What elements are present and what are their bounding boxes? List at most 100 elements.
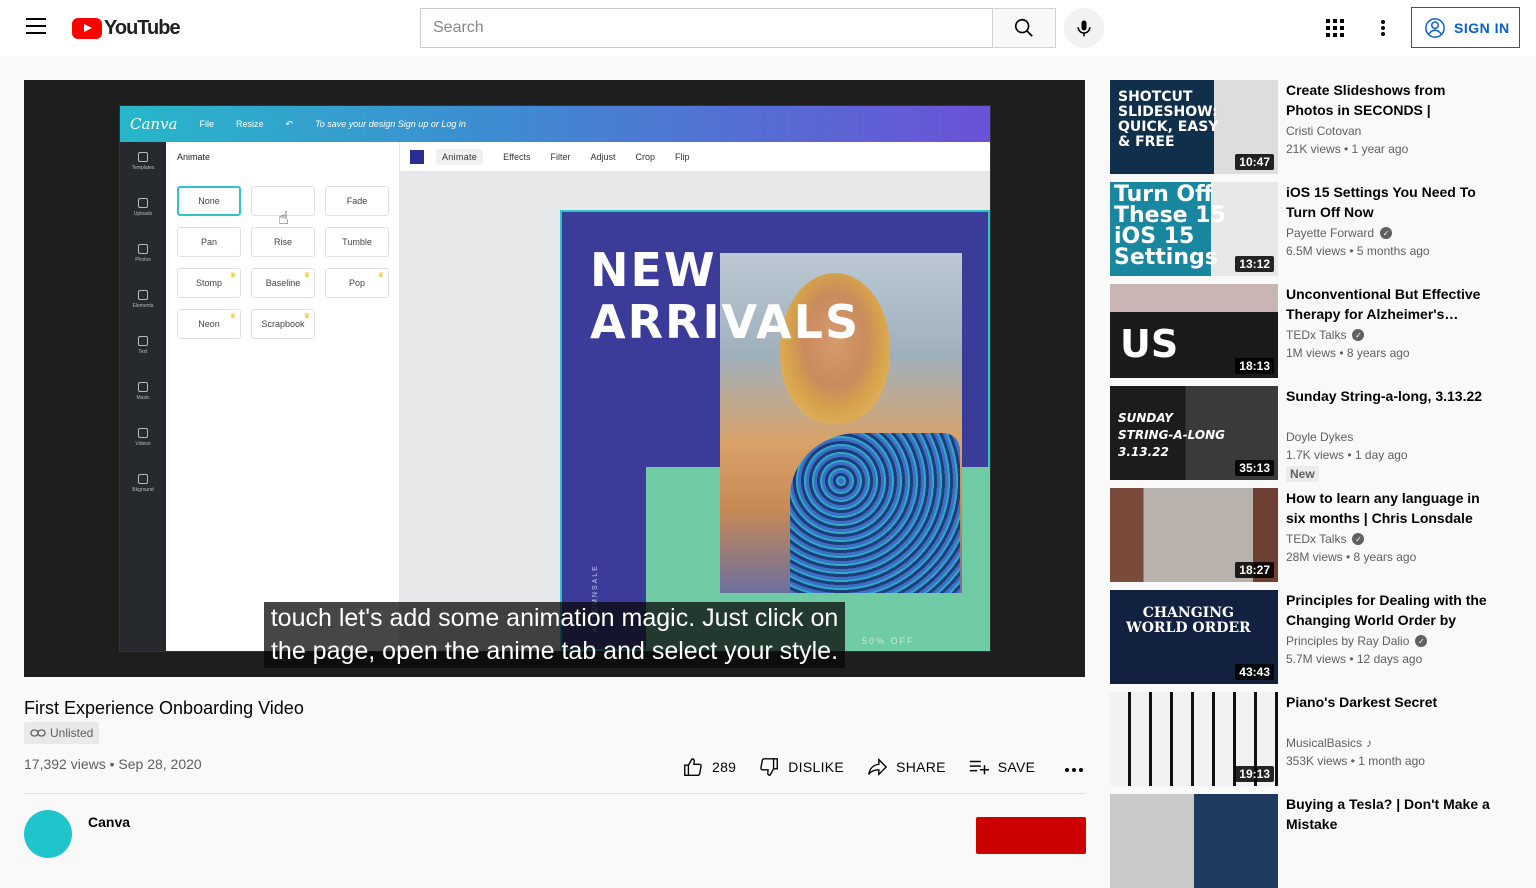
share-label: SHARE <box>896 759 946 775</box>
related-title[interactable]: Create Slideshows from Photos in SECONDS… <box>1286 80 1490 120</box>
subscribe-button[interactable] <box>976 817 1086 854</box>
video-thumbnail[interactable] <box>1110 794 1278 888</box>
voice-search-button[interactable] <box>1064 8 1104 48</box>
related-video-item[interactable]: US 18:13 Unconventional But Effective Ther… <box>1110 284 1510 378</box>
canva-side-item: Text <box>120 326 166 372</box>
video-thumbnail[interactable]: Turn Off These 15 iOS 15 Settings 13:12 <box>1110 182 1278 276</box>
menu-icon[interactable] <box>24 18 48 38</box>
related-stats: 6.5M views • 5 months ago <box>1286 244 1430 258</box>
color-swatch <box>410 149 424 164</box>
verified-icon: ✓ <box>1352 533 1365 545</box>
related-title[interactable]: How to learn any language in six months … <box>1286 488 1490 528</box>
related-stats: 28M views • 8 years ago <box>1286 550 1417 564</box>
related-video-item[interactable]: 18:27 How to learn any language in six mo… <box>1110 488 1510 582</box>
settings-more-button[interactable] <box>1371 16 1395 40</box>
video-thumbnail[interactable]: 19:13 <box>1110 692 1278 786</box>
share-button[interactable]: SHARE <box>866 756 946 778</box>
animation-option: Tumble <box>325 227 389 257</box>
related-channel[interactable]: TEDx Talks ✓ <box>1286 532 1365 546</box>
animation-option: None <box>177 186 241 216</box>
account-icon <box>1425 17 1445 38</box>
apps-button[interactable] <box>1323 16 1347 40</box>
animation-option: Pan <box>177 227 241 257</box>
related-channel[interactable]: Payette Forward ✓ <box>1286 226 1393 240</box>
video-thumbnail[interactable]: CHANGING WORLD ORDER 43:43 <box>1110 590 1278 684</box>
related-video-item[interactable]: Buying a Tesla? | Don't Make a Mistake <box>1110 794 1510 888</box>
photo-dress <box>790 433 960 593</box>
dislike-button[interactable]: DISLIKE <box>758 756 844 778</box>
related-title[interactable]: Buying a Tesla? | Don't Make a Mistake <box>1286 794 1490 834</box>
related-video-item[interactable]: SUNDAY STRING-A-LONG 3.13.22 35:13 Sunday … <box>1110 386 1510 482</box>
video-thumbnail[interactable]: SHOTCUT SLIDESHOW: QUICK, EASY & FREE 10:… <box>1110 80 1278 174</box>
like-button[interactable]: 289 <box>682 756 736 778</box>
save-label: SAVE <box>997 759 1036 775</box>
duration-badge: 13:12 <box>1235 256 1274 272</box>
animation-label: Tumble <box>342 237 372 247</box>
related-channel[interactable]: Cristi Cotovan <box>1286 124 1361 138</box>
thumbs-down-icon <box>760 758 779 776</box>
search-button[interactable] <box>992 8 1056 48</box>
animation-option: Neon ♛ <box>177 309 241 339</box>
animation-label: Rise <box>273 237 292 247</box>
related-channel[interactable]: Principles by Ray Dalio ✓ <box>1286 634 1428 648</box>
animation-option: Scrapbook ♛ <box>251 309 315 339</box>
toolbar-filter: Filter <box>550 151 571 162</box>
toolbar-effects: Effects <box>503 151 531 162</box>
crown-icon: ♛ <box>229 272 236 279</box>
canva-side-item: Elements <box>120 280 166 326</box>
youtube-logo[interactable]: YouTube <box>72 17 181 39</box>
canva-sidebar: Templates Uploads Photos Elements Text M… <box>120 142 166 651</box>
save-button[interactable]: SAVE <box>968 756 1036 778</box>
canva-menu-file: File <box>199 119 215 129</box>
video-thumbnail[interactable]: 18:27 <box>1110 488 1278 582</box>
related-video-item[interactable]: 19:13 Piano's Darkest Secret MusicalBasics… <box>1110 692 1510 786</box>
related-title[interactable]: Sunday String-a-long, 3.13.22 <box>1286 386 1490 406</box>
channel-name[interactable]: Canva <box>88 814 130 830</box>
video-thumbnail[interactable]: US 18:13 <box>1110 284 1278 378</box>
canva-toolbar: Animate Effects Filter Adjust Crop Flip <box>400 142 990 172</box>
video-meta: 17,392 views • Sep 28, 2020 <box>24 756 202 772</box>
related-stats: 353K views • 1 month ago <box>1286 754 1425 768</box>
canva-side-item: Uploads <box>120 188 166 234</box>
related-title[interactable]: Unconventional But Effective Therapy for… <box>1286 284 1490 324</box>
like-count: 289 <box>712 759 737 775</box>
animation-label: Scrapbook <box>261 319 305 329</box>
related-channel[interactable]: TEDx Talks ✓ <box>1286 328 1365 342</box>
video-player[interactable]: Canva File Resize ↶ To save your design … <box>24 80 1085 677</box>
sign-in-button[interactable]: SIGN IN <box>1411 7 1520 48</box>
video-thumbnail[interactable]: SUNDAY STRING-A-LONG 3.13.22 35:13 <box>1110 386 1278 480</box>
related-video-item[interactable]: Turn Off These 15 iOS 15 Settings 13:12 iO… <box>1110 182 1510 276</box>
animation-label: Stomp <box>195 278 222 288</box>
related-channel[interactable]: Doyle Dykes <box>1286 430 1353 444</box>
channel-label: TEDx Talks <box>1286 328 1347 342</box>
animation-option: Stomp ♛ <box>177 268 241 298</box>
channel-avatar[interactable] <box>24 810 72 858</box>
related-title[interactable]: Principles for Dealing with the Changing… <box>1286 590 1490 630</box>
thumbnail-text: SUNDAY STRING-A-LONG 3.13.22 <box>1118 411 1225 459</box>
duration-badge: 18:27 <box>1235 562 1274 578</box>
panel-title: Animate <box>177 152 211 162</box>
caption-line-2: the page, open the anime tab and select … <box>263 635 846 668</box>
related-title[interactable]: iOS 15 Settings You Need To Turn Off Now <box>1286 182 1490 222</box>
related-stats: 21K views • 1 year ago <box>1286 142 1409 156</box>
more-horizontal-icon <box>1065 768 1084 772</box>
crown-icon: ♛ <box>229 313 236 320</box>
canva-topbar: Canva File Resize ↶ To save your design … <box>120 106 990 142</box>
toolbar-adjust: Adjust <box>590 151 616 162</box>
video-title: First Experience Onboarding Video <box>24 698 304 718</box>
more-actions-button[interactable] <box>1065 759 1084 775</box>
video-actions: 289 DISLIKE SHARE SAVE <box>682 752 1084 782</box>
animation-label: Neon <box>198 319 220 329</box>
related-video-item[interactable]: CHANGING WORLD ORDER 43:43 Principles for … <box>1110 590 1510 684</box>
animation-option: Fade <box>325 186 389 216</box>
related-video-item[interactable]: SHOTCUT SLIDESHOW: QUICK, EASY & FREE 10:… <box>1110 80 1510 174</box>
dislike-label: DISLIKE <box>788 759 845 775</box>
animation-label: Baseline <box>265 278 301 288</box>
search-input[interactable] <box>433 19 980 37</box>
related-title[interactable]: Piano's Darkest Secret <box>1286 692 1490 712</box>
animation-option: Baseline ♛ <box>251 268 315 298</box>
related-channel[interactable]: MusicalBasics ♪ <box>1286 736 1372 750</box>
channel-label: Payette Forward <box>1286 226 1375 240</box>
channel-label: Doyle Dykes <box>1286 430 1354 444</box>
crown-icon: ♛ <box>303 272 310 279</box>
